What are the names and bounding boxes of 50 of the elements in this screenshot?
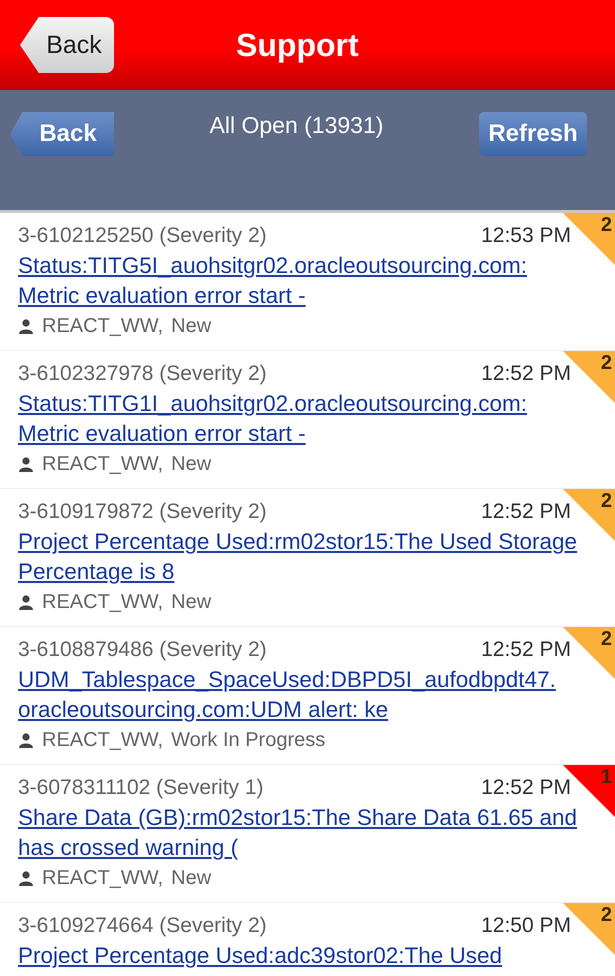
ticket-link[interactable]: Status:TITG5I_auohsitgr02.oracleoutsourcing.com: Metric evaluation error start - xyxy=(18,251,593,311)
person-icon xyxy=(18,594,34,610)
ticket-status: New xyxy=(171,452,212,477)
person-icon xyxy=(18,456,34,472)
back-button[interactable]: Back xyxy=(20,17,114,73)
ticket-status: New xyxy=(171,314,212,339)
ticket-id: 3-6109179872 (Severity 2) xyxy=(18,499,267,525)
ticket-time: 12:52 PM xyxy=(481,499,571,525)
ticket-item[interactable]: 3-6078311102 (Severity 1) 12:52 PM 1 Share Data (GB):rm02stor15:The Share Data 61.65 and has crossed warning ( REACT_WW, New xyxy=(0,765,615,903)
ticket-status: New xyxy=(171,590,212,615)
ticket-link[interactable]: Project Percentage Used:rm02stor15:The Used Storage Percentage is 8 xyxy=(18,527,593,587)
severity-number: 2 xyxy=(600,491,612,511)
refresh-button[interactable]: Refresh xyxy=(479,112,587,156)
severity-number: 2 xyxy=(600,905,612,925)
ticket-link[interactable]: Status:TITG1I_auohsitgr02.oracleoutsourcing.com: Metric evaluation error start - xyxy=(18,389,593,449)
ticket-time: 12:50 PM xyxy=(481,913,571,939)
ticket-owner: REACT_WW, xyxy=(42,314,164,339)
ticket-item[interactable]: 3-6109179872 (Severity 2) 12:52 PM 2 Project Percentage Used:rm02stor15:The Used Storage Percentage is 8 REACT_WW, New xyxy=(0,489,615,627)
page-title: Support xyxy=(236,26,359,64)
person-icon xyxy=(18,870,34,886)
ticket-id: 3-6102327978 (Severity 2) xyxy=(18,361,267,387)
person-icon xyxy=(18,318,34,334)
ticket-id: 3-6102125250 (Severity 2) xyxy=(18,223,267,249)
ticket-time: 12:53 PM xyxy=(481,223,571,249)
ticket-owner: REACT_WW, xyxy=(42,728,164,753)
ticket-id: 3-6108879486 (Severity 2) xyxy=(18,637,267,663)
ticket-link[interactable]: Project Percentage Used:adc39stor02:The Used xyxy=(18,941,593,971)
ticket-time: 12:52 PM xyxy=(481,775,571,801)
ticket-owner: REACT_WW, xyxy=(42,590,164,615)
ticket-id: 3-6078311102 (Severity 1) xyxy=(18,775,264,801)
severity-number: 2 xyxy=(600,629,612,649)
ticket-owner: REACT_WW, xyxy=(42,452,164,477)
back-button[interactable]: Back xyxy=(10,112,114,156)
list-title: All Open (13931) xyxy=(208,111,384,139)
ticket-id: 3-6109274664 (Severity 2) xyxy=(18,913,267,939)
ticket-status: New xyxy=(171,866,212,891)
ticket-owner: REACT_WW, xyxy=(42,866,164,891)
ticket-item[interactable]: 3-6108879486 (Severity 2) 12:52 PM 2 UDM_Tablespace_SpaceUsed:DBPD5I_aufodbpdt47. oracleoutsourcing.com:UDM alert: ke REACT_WW, Work In Progress xyxy=(0,627,615,765)
ticket-time: 12:52 PM xyxy=(481,637,571,663)
ticket-item[interactable]: 3-6102125250 (Severity 2) 12:53 PM 2 Status:TITG5I_auohsitgr02.oracleoutsourcing.com: Metric evaluation error start - REACT_WW, New xyxy=(0,213,615,351)
severity-number: 2 xyxy=(600,353,612,373)
ticket-item[interactable]: 3-6102327978 (Severity 2) 12:52 PM 2 Status:TITG1I_auohsitgr02.oracleoutsourcing.com: Metric evaluation error start - REACT_WW, New xyxy=(0,351,615,489)
ticket-item[interactable]: 3-6109274664 (Severity 2) 12:50 PM 2 Project Percentage Used:adc39stor02:The Used xyxy=(0,903,615,976)
ticket-time: 12:52 PM xyxy=(481,361,571,387)
ticket-link[interactable]: UDM_Tablespace_SpaceUsed:DBPD5I_aufodbpdt47. oracleoutsourcing.com:UDM alert: ke xyxy=(18,665,593,725)
person-icon xyxy=(18,732,34,748)
severity-number: 2 xyxy=(600,215,612,235)
ticket-link[interactable]: Share Data (GB):rm02stor15:The Share Data 61.65 and has crossed warning ( xyxy=(18,803,593,863)
ticket-status: Work In Progress xyxy=(171,728,326,753)
severity-number: 1 xyxy=(600,767,612,787)
